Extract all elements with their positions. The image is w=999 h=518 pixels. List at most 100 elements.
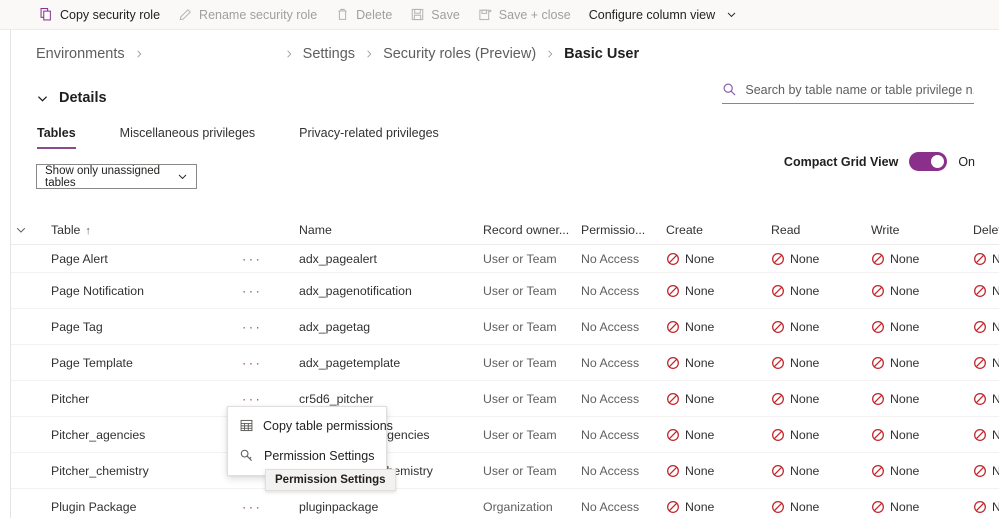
cell-name: cr5d6_pitcher	[299, 391, 374, 406]
cell-write[interactable]: None	[871, 252, 919, 266]
configure-column-view-button[interactable]: Configure column view	[580, 0, 746, 30]
cell-create[interactable]: None	[666, 428, 714, 442]
cell-write[interactable]: None	[871, 356, 919, 370]
cell-read[interactable]: None	[771, 500, 819, 514]
cell-create-label: None	[685, 355, 715, 370]
breadcrumb-item-settings[interactable]: Settings	[303, 46, 355, 62]
column-header-create[interactable]: Create	[666, 223, 703, 237]
cell-create[interactable]: None	[666, 356, 714, 370]
column-header-write[interactable]: Write	[871, 223, 899, 237]
cell-read[interactable]: None	[771, 356, 819, 370]
cell-table: Page Alert	[51, 251, 108, 266]
cell-delete[interactable]: None	[973, 464, 999, 478]
cell-create[interactable]: None	[666, 284, 714, 298]
row-more-options-button[interactable]: ···	[242, 355, 262, 370]
cell-write[interactable]: None	[871, 392, 919, 406]
table-row[interactable]: Pitcher_chemistry···cr5d6_pitcher_chemis…	[11, 453, 999, 489]
table-row[interactable]: Page Tag ··· adx_pagetag User or Team No Acc…	[11, 309, 999, 345]
cell-delete-label: None	[992, 355, 999, 370]
command-bar: Copy security role Rename security role …	[0, 0, 999, 30]
cell-create[interactable]: None	[666, 320, 714, 334]
cell-delete-label: None	[992, 427, 999, 442]
table-row[interactable]: Plugin Package ··· pluginpackage Organizati…	[11, 489, 999, 518]
row-more-options-button[interactable]: ···	[242, 499, 262, 514]
menu-item-permission-settings[interactable]: Permission Settings	[228, 441, 386, 471]
cell-delete[interactable]: None	[973, 252, 999, 266]
table-row[interactable]: Page Template ··· adx_pagetemplate User or …	[11, 345, 999, 381]
cell-write[interactable]: None	[871, 464, 919, 478]
save-icon	[410, 7, 425, 22]
cell-record-owner: User or Team	[483, 463, 557, 478]
none-icon	[666, 428, 680, 442]
column-header-read[interactable]: Read	[771, 223, 800, 237]
cell-delete[interactable]: None	[973, 392, 999, 406]
row-more-options-button[interactable]: ···	[242, 391, 262, 406]
search-input[interactable]: Search by table name or table privilege …	[745, 83, 974, 97]
compact-grid-view-control: Compact Grid View On	[784, 152, 975, 171]
column-header-name[interactable]: Name	[299, 223, 332, 237]
cell-write-label: None	[890, 319, 920, 334]
tab-tables[interactable]: Tables	[37, 122, 76, 149]
tab-privacy-related-privileges[interactable]: Privacy-related privileges	[299, 122, 439, 149]
cell-delete[interactable]: None	[973, 356, 999, 370]
cell-read[interactable]: None	[771, 252, 819, 266]
cell-write[interactable]: None	[871, 320, 919, 334]
none-icon	[771, 252, 785, 266]
cell-write[interactable]: None	[871, 500, 919, 514]
toggle-knob	[931, 155, 945, 168]
rename-security-role-button[interactable]: Rename security role	[169, 0, 326, 30]
tab-miscellaneous-privileges[interactable]: Miscellaneous privileges	[120, 122, 255, 149]
table-row[interactable]: Page Notification ··· adx_pagenotification…	[11, 273, 999, 309]
cell-delete[interactable]: None	[973, 428, 999, 442]
cell-read[interactable]: None	[771, 464, 819, 478]
cell-create[interactable]: None	[666, 500, 714, 514]
column-header-table[interactable]: Table ↑	[51, 223, 91, 237]
table-row[interactable]: Pitcher ··· cr5d6_pitcher User or Team No Ac…	[11, 381, 999, 417]
cell-read[interactable]: None	[771, 284, 819, 298]
delete-button[interactable]: Delete	[326, 0, 401, 30]
breadcrumb-item-environments[interactable]: Environments	[36, 46, 125, 62]
breadcrumb-item-security-roles[interactable]: Security roles (Preview)	[383, 46, 536, 62]
menu-item-copy-table-permissions[interactable]: Copy table permissions	[228, 411, 393, 441]
breadcrumb-separator-icon-2	[275, 49, 303, 59]
cell-permission: No Access	[581, 391, 640, 406]
details-section-header[interactable]: Details	[36, 90, 107, 106]
cell-write[interactable]: None	[871, 284, 919, 298]
cell-write[interactable]: None	[871, 428, 919, 442]
cell-read-label: None	[790, 427, 820, 442]
cell-create[interactable]: None	[666, 464, 714, 478]
cell-record-owner: User or Team	[483, 283, 557, 298]
cell-record-owner: User or Team	[483, 319, 557, 334]
table-filter-dropdown[interactable]: Show only unassigned tables	[36, 164, 197, 189]
row-more-options-button[interactable]: ···	[242, 251, 262, 266]
table-row[interactable]: Pitcher_agencies···cr5d6_pitcher_agencie…	[11, 417, 999, 453]
cell-read[interactable]: None	[771, 392, 819, 406]
row-more-options-button[interactable]: ···	[242, 283, 262, 298]
none-icon	[666, 320, 680, 334]
copy-security-role-button[interactable]: Copy security role	[30, 0, 169, 30]
row-more-options-button[interactable]: ···	[242, 319, 262, 334]
cell-table: Plugin Package	[51, 499, 137, 514]
cell-delete[interactable]: None	[973, 284, 999, 298]
column-header-permission[interactable]: Permissio...	[581, 223, 645, 237]
cell-create-label: None	[685, 427, 715, 442]
cell-read[interactable]: None	[771, 428, 819, 442]
save-and-close-button[interactable]: Save + close	[469, 0, 580, 30]
search-icon	[722, 82, 737, 98]
cell-write-label: None	[890, 251, 920, 266]
trash-icon	[335, 7, 350, 22]
cell-delete[interactable]: None	[973, 500, 999, 514]
search-box[interactable]: Search by table name or table privilege …	[722, 77, 974, 104]
table-row[interactable]: Page Alert ··· adx_pagealert User or Team No…	[11, 245, 999, 273]
cell-read[interactable]: None	[771, 320, 819, 334]
cell-delete[interactable]: None	[973, 320, 999, 334]
cell-delete-label: None	[992, 319, 999, 334]
cell-create[interactable]: None	[666, 252, 714, 266]
none-icon	[973, 464, 987, 478]
grid-expand-all-chevron-icon[interactable]	[15, 224, 27, 236]
save-button[interactable]: Save	[401, 0, 469, 30]
cell-create[interactable]: None	[666, 392, 714, 406]
column-header-record-owner[interactable]: Record owner...	[483, 223, 569, 237]
column-header-delete[interactable]: Delete	[973, 223, 999, 237]
compact-grid-view-toggle[interactable]	[909, 152, 948, 171]
